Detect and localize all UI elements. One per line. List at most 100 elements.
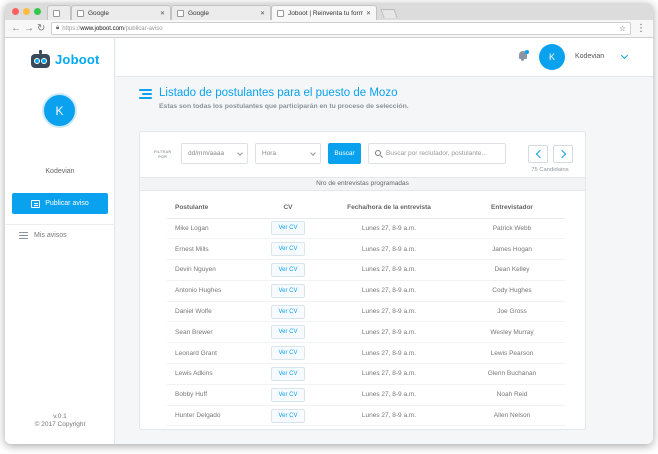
column-header-interviewer: Entrevistador bbox=[459, 198, 565, 219]
view-cv-button[interactable]: Ver CV bbox=[271, 408, 305, 423]
sidebar-username: Kodevian bbox=[45, 168, 75, 175]
publish-job-button[interactable]: Publicar aviso bbox=[12, 193, 108, 214]
table-row: Hunter Delgado Ver CV Lunes 27, 8-9 a.m. Al… bbox=[167, 405, 565, 427]
tab-strip: Google ✕ Google ✕ Joboot | Reinventa tu … bbox=[5, 3, 653, 20]
google-favicon-icon bbox=[77, 9, 84, 17]
interviewer-name: Cody Hughes bbox=[459, 280, 565, 302]
view-cv-button[interactable]: Ver CV bbox=[271, 221, 305, 236]
view-cv-button[interactable]: Ver CV bbox=[271, 346, 305, 361]
interview-datetime: Lunes 27, 8-9 a.m. bbox=[319, 238, 459, 261]
view-cv-button[interactable]: Ver CV bbox=[271, 366, 305, 381]
interviews-table: Postulante CV Fecha/hora de la entrevist… bbox=[167, 198, 565, 427]
new-tab-button[interactable] bbox=[380, 9, 398, 18]
applicant-name: Mike Logan bbox=[167, 218, 257, 240]
google-favicon-icon bbox=[177, 9, 184, 17]
cv-cell: Ver CV bbox=[257, 363, 319, 385]
window-close-button[interactable] bbox=[12, 8, 19, 15]
sidebar-divider bbox=[5, 224, 115, 225]
interviewer-name: Dean Kelley bbox=[459, 259, 565, 281]
search-input[interactable]: Buscar por reclutador, postulante... bbox=[368, 143, 506, 164]
hour-select[interactable]: Hora bbox=[255, 143, 321, 164]
chevron-down-icon[interactable] bbox=[621, 53, 628, 60]
notification-bell-icon[interactable] bbox=[518, 50, 529, 61]
search-icon bbox=[375, 150, 381, 156]
scheduled-interviews-label: Nro de entrevistas programadas bbox=[140, 177, 585, 191]
view-cv-button[interactable]: Ver CV bbox=[271, 242, 305, 257]
table-row: Sean Brewer Ver CV Lunes 27, 8-9 a.m. Wesle… bbox=[167, 321, 565, 344]
sidebar: Joboot K Kodevian Publicar aviso Mis avi… bbox=[5, 38, 115, 444]
header-username[interactable]: Kodevian bbox=[575, 53, 604, 60]
view-cv-button[interactable]: Ver CV bbox=[271, 262, 305, 277]
top-header: K Kodevian bbox=[116, 38, 653, 77]
cv-cell: Ver CV bbox=[257, 259, 319, 281]
column-header-cv: CV bbox=[257, 198, 319, 219]
search-button[interactable]: Buscar bbox=[328, 143, 361, 164]
cv-cell: Ver CV bbox=[257, 280, 319, 302]
view-cv-button[interactable]: Ver CV bbox=[271, 325, 305, 340]
close-icon[interactable]: ✕ bbox=[260, 10, 265, 17]
sidebar-avatar[interactable]: K bbox=[42, 93, 77, 128]
brand-logo[interactable]: Joboot bbox=[30, 48, 100, 70]
browser-menu-icon[interactable]: ⋮ bbox=[636, 22, 646, 36]
chevron-down-icon bbox=[310, 150, 316, 156]
applicant-name: Bobby Huff bbox=[167, 384, 257, 406]
app-version: v.0.1 © 2017 Copyright bbox=[34, 413, 86, 428]
table-header-row: Postulante CV Fecha/hora de la entrevist… bbox=[167, 198, 565, 219]
list-icon bbox=[19, 232, 28, 239]
applicant-name: Antonio Hughes bbox=[167, 280, 257, 302]
interviewer-name: James Hogan bbox=[459, 238, 565, 261]
cv-cell: Ver CV bbox=[257, 321, 319, 344]
chevron-down-icon bbox=[237, 150, 243, 156]
cv-cell: Ver CV bbox=[257, 405, 319, 427]
cv-cell: Ver CV bbox=[257, 238, 319, 261]
applicant-name: Leonard Grant bbox=[167, 342, 257, 365]
window-minimize-button[interactable] bbox=[23, 8, 30, 15]
bookmark-star-icon[interactable]: ☆ bbox=[619, 23, 626, 34]
close-icon[interactable]: ✕ bbox=[160, 10, 165, 17]
table-row: Lewis Adkins Ver CV Lunes 27, 8-9 a.m. Glen… bbox=[167, 363, 565, 385]
page-subtitle: Estas son todas los postulantes que part… bbox=[159, 103, 409, 110]
interviewer-name: Glenn Buchanan bbox=[459, 363, 565, 385]
applicant-name: Ernest Mills bbox=[167, 238, 257, 261]
view-cv-button[interactable]: Ver CV bbox=[271, 387, 305, 402]
brand-name: Joboot bbox=[55, 51, 100, 67]
reload-icon[interactable]: ↻ bbox=[37, 22, 45, 36]
table-row: Antonio Hughes Ver CV Lunes 27, 8-9 a.m. Co… bbox=[167, 280, 565, 302]
applicant-name: Hunter Delgado bbox=[167, 405, 257, 427]
sidebar-item-label: Mis avisos bbox=[34, 232, 67, 239]
browser-tab-4-active[interactable]: Joboot | Reinventa tu form... ✕ bbox=[271, 5, 377, 20]
page-icon bbox=[53, 9, 60, 17]
interview-datetime: Lunes 27, 8-9 a.m. bbox=[319, 342, 459, 365]
cv-cell: Ver CV bbox=[257, 218, 319, 240]
publish-job-label: Publicar aviso bbox=[45, 200, 89, 207]
interview-datetime: Lunes 27, 8-9 a.m. bbox=[319, 405, 459, 427]
interview-datetime: Lunes 27, 8-9 a.m. bbox=[319, 384, 459, 406]
sidebar-item-my-jobs[interactable]: Mis avisos bbox=[19, 232, 67, 239]
browser-tab-2[interactable]: Google ✕ bbox=[71, 5, 171, 20]
next-page-button[interactable] bbox=[553, 145, 573, 163]
forward-arrow-icon[interactable]: → bbox=[24, 22, 34, 36]
applicant-name: Daniel Wolfe bbox=[167, 301, 257, 323]
interviewer-name: Wesley Murray bbox=[459, 321, 565, 344]
previous-page-button[interactable] bbox=[528, 145, 548, 163]
list-icon bbox=[139, 89, 152, 100]
browser-tab-3[interactable]: Google ✕ bbox=[171, 5, 271, 20]
interview-datetime: Lunes 27, 8-9 a.m. bbox=[319, 301, 459, 323]
window-maximize-button[interactable] bbox=[34, 8, 41, 15]
back-arrow-icon[interactable]: ← bbox=[11, 22, 21, 36]
url-input[interactable]: 🔒︎ https:// www.joboot.com /publicar-avi… bbox=[51, 22, 631, 35]
table-row: Leonard Grant Ver CV Lunes 27, 8-9 a.m. Lew… bbox=[167, 342, 565, 365]
interview-datetime: Lunes 27, 8-9 a.m. bbox=[319, 218, 459, 240]
view-cv-button[interactable]: Ver CV bbox=[271, 283, 305, 298]
browser-tab-1[interactable] bbox=[47, 5, 71, 20]
view-cv-button[interactable]: Ver CV bbox=[271, 304, 305, 319]
applicant-name: Devin Nguyen bbox=[167, 259, 257, 281]
close-icon[interactable]: ✕ bbox=[366, 10, 371, 17]
interview-datetime: Lunes 27, 8-9 a.m. bbox=[319, 321, 459, 344]
filter-label: FILTRAR POR bbox=[154, 150, 172, 159]
interview-datetime: Lunes 27, 8-9 a.m. bbox=[319, 280, 459, 302]
date-select[interactable]: dd/mm/aaaa bbox=[181, 143, 248, 164]
table-row: Ernest Mills Ver CV Lunes 27, 8-9 a.m. Jame… bbox=[167, 238, 565, 261]
header-avatar[interactable]: K bbox=[539, 44, 565, 70]
robot-logo-icon bbox=[30, 49, 51, 69]
